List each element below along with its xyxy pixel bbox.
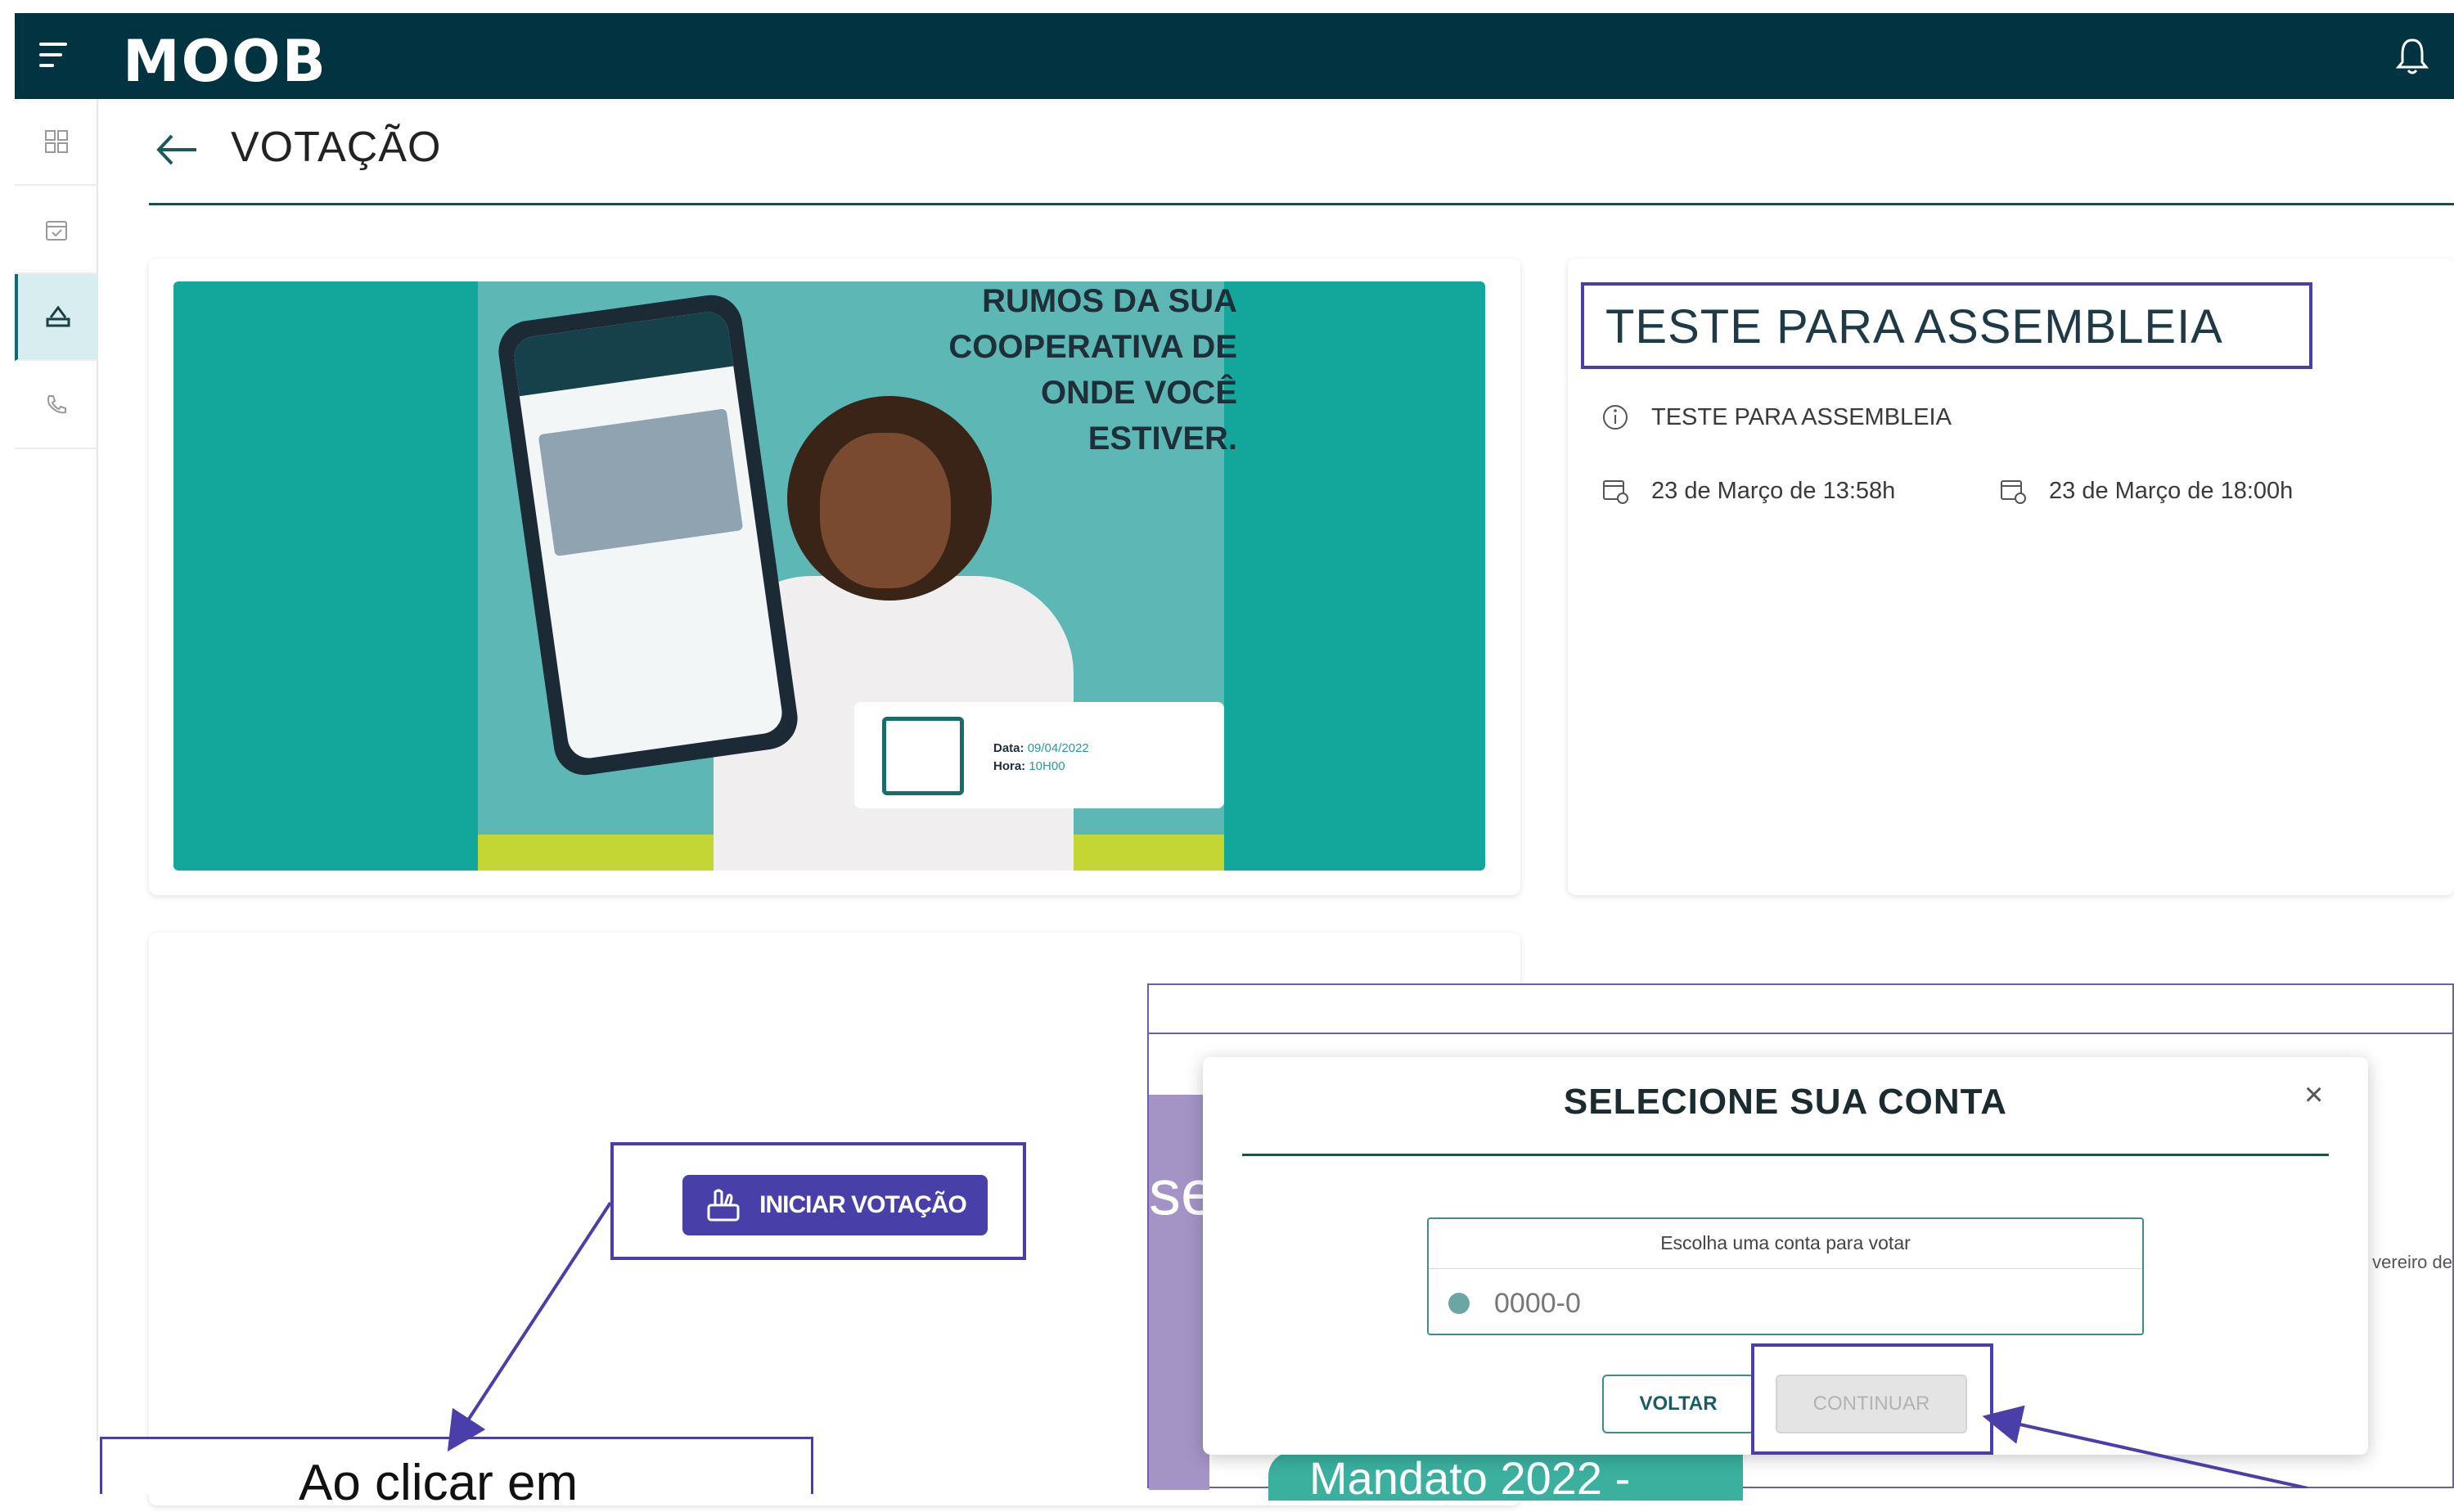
back-arrow-icon[interactable] (152, 129, 201, 170)
calendar-clock-icon (2001, 480, 2026, 504)
account-radio[interactable] (1448, 1293, 1470, 1314)
banner-date-box: Data: 09/04/2022 Hora: 10H00 (854, 702, 1224, 808)
calendar-icon (882, 717, 964, 795)
app-logo[interactable]: MOOB (123, 28, 327, 95)
calendar-check-icon (46, 221, 67, 241)
grid-icon (45, 130, 68, 153)
event-banner-image: RUMOS DA SUA COOPERATIVA DE ONDE VOCÊ ES… (173, 281, 1485, 871)
banner-headline: RUMOS DA SUA COOPERATIVA DE ONDE VOCÊ ES… (948, 283, 1237, 457)
modal-title: SELECIONE SUA CONTA (1563, 1082, 2008, 1122)
close-icon[interactable]: × (2304, 1077, 2323, 1114)
vote-icon (46, 305, 70, 327)
sidebar-item-voting[interactable] (15, 274, 98, 361)
assembly-description-row: TESTE PARA ASSEMBLEIA (1601, 403, 1952, 432)
instruction-callout: Ao clicar em (100, 1437, 813, 1511)
modal-divider (1242, 1154, 2329, 1156)
assembly-title: TESTE PARA ASSEMBLEIA (1605, 300, 2223, 353)
info-icon (1603, 405, 1628, 430)
page-title: VOTAÇÃO (231, 124, 442, 171)
calendar-clock-icon (1603, 480, 1628, 504)
assembly-end-row: 23 de Março de 18:00h (1998, 476, 2293, 506)
account-option[interactable]: 0000-0 (1494, 1288, 1581, 1320)
sidebar-item-contact[interactable] (15, 362, 98, 449)
account-select-field: Escolha uma conta para votar 0000-0 (1427, 1217, 2144, 1335)
back-button[interactable]: VOLTAR (1602, 1375, 1754, 1433)
sidebar-item-events[interactable] (15, 187, 98, 274)
assembly-start-row: 23 de Março de 13:58h (1601, 476, 1895, 506)
bell-icon[interactable] (2393, 36, 2431, 77)
header-divider (149, 203, 2454, 205)
annotation-box-continue (1751, 1343, 1993, 1455)
phone-icon (47, 395, 66, 414)
menu-icon[interactable] (39, 43, 75, 70)
hand-vote-icon (707, 1189, 740, 1222)
start-voting-button[interactable]: INICIAR VOTAÇÃO (682, 1175, 988, 1235)
sidebar (15, 99, 98, 1441)
top-bar: MOOB (15, 13, 2454, 99)
account-field-label: Escolha uma conta para votar (1660, 1232, 1911, 1253)
sidebar-item-dashboard[interactable] (15, 99, 98, 186)
